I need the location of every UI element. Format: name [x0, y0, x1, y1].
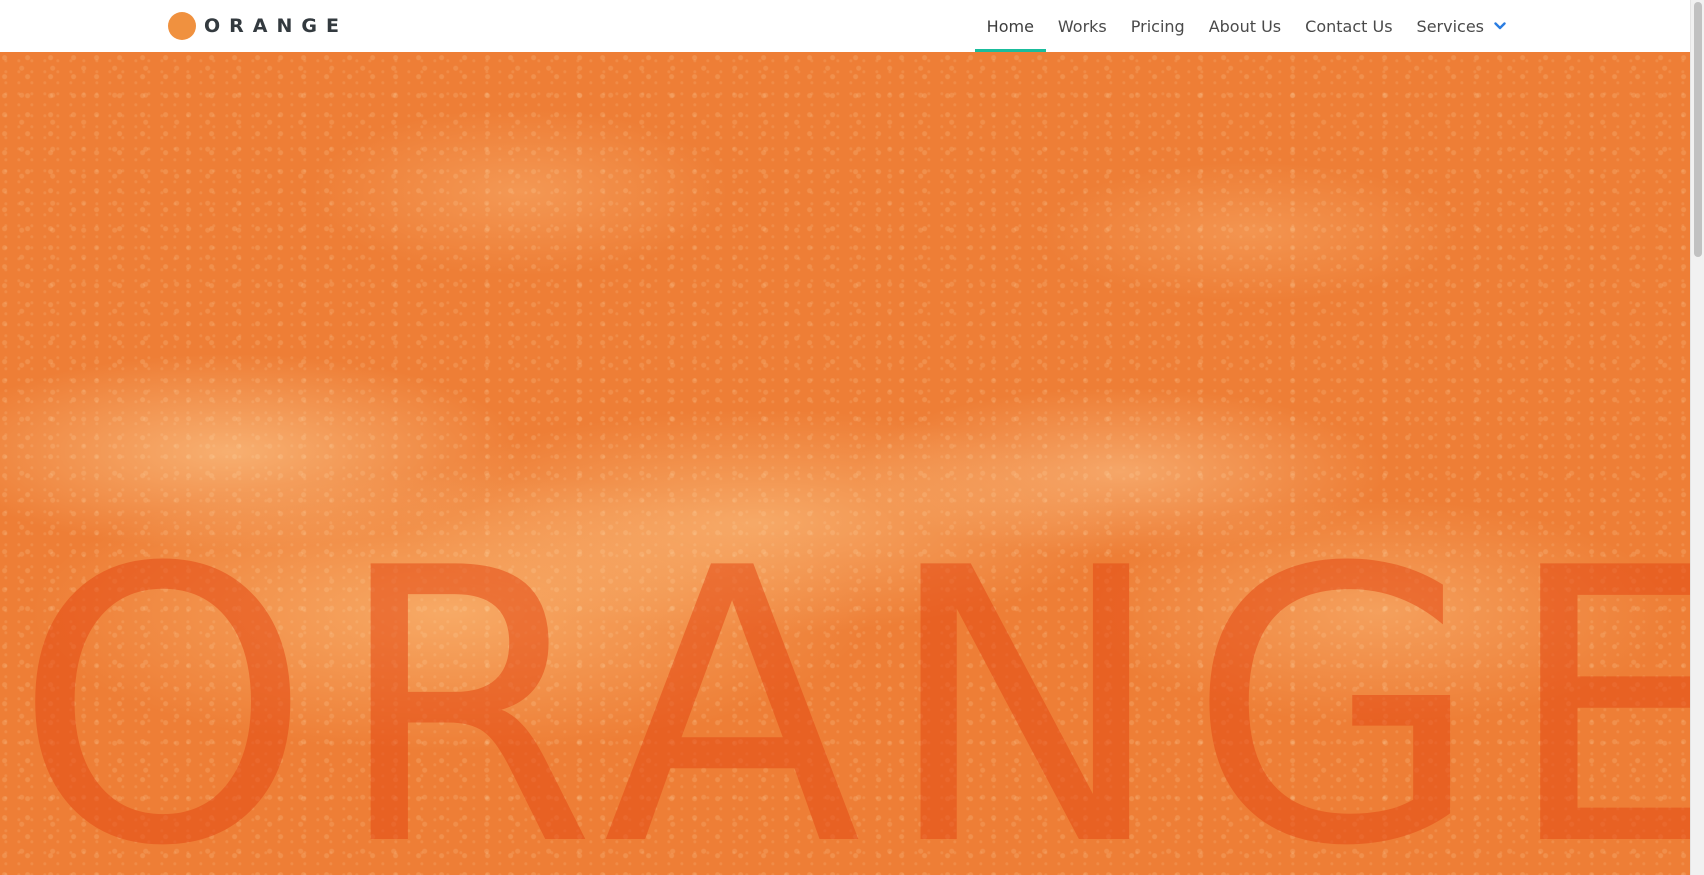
hero-title: ORANGE — [14, 489, 1690, 875]
nav-item-label: About Us — [1208, 16, 1282, 36]
nav-item-home[interactable]: Home — [974, 0, 1047, 52]
chevron-down-icon[interactable] — [1494, 20, 1506, 32]
brand-logo[interactable]: ORANGE — [168, 12, 348, 40]
hero-banner: ORANGE — [0, 52, 1690, 875]
main-nav: Home Works Pricing About Us Contact Us S… — [974, 0, 1518, 52]
nav-item-label: Contact Us — [1305, 16, 1393, 36]
nav-item-label: Home — [986, 16, 1034, 36]
brand-name: ORANGE — [204, 15, 348, 37]
nav-item-label: Pricing — [1130, 16, 1185, 36]
page-scrollbar[interactable] — [1690, 0, 1704, 875]
nav-item-label: Works — [1057, 16, 1107, 36]
scrollbar-thumb[interactable] — [1694, 2, 1702, 257]
nav-item-about-us[interactable]: About Us — [1197, 0, 1293, 52]
logo-circle-icon — [168, 12, 196, 40]
top-navbar: ORANGE Home Works Pricing About Us Conta… — [0, 0, 1690, 52]
nav-item-label: Services — [1416, 16, 1484, 36]
nav-item-contact-us[interactable]: Contact Us — [1293, 0, 1404, 52]
nav-item-works[interactable]: Works — [1046, 0, 1119, 52]
nav-item-services[interactable]: Services — [1405, 0, 1518, 52]
nav-item-pricing[interactable]: Pricing — [1119, 0, 1197, 52]
